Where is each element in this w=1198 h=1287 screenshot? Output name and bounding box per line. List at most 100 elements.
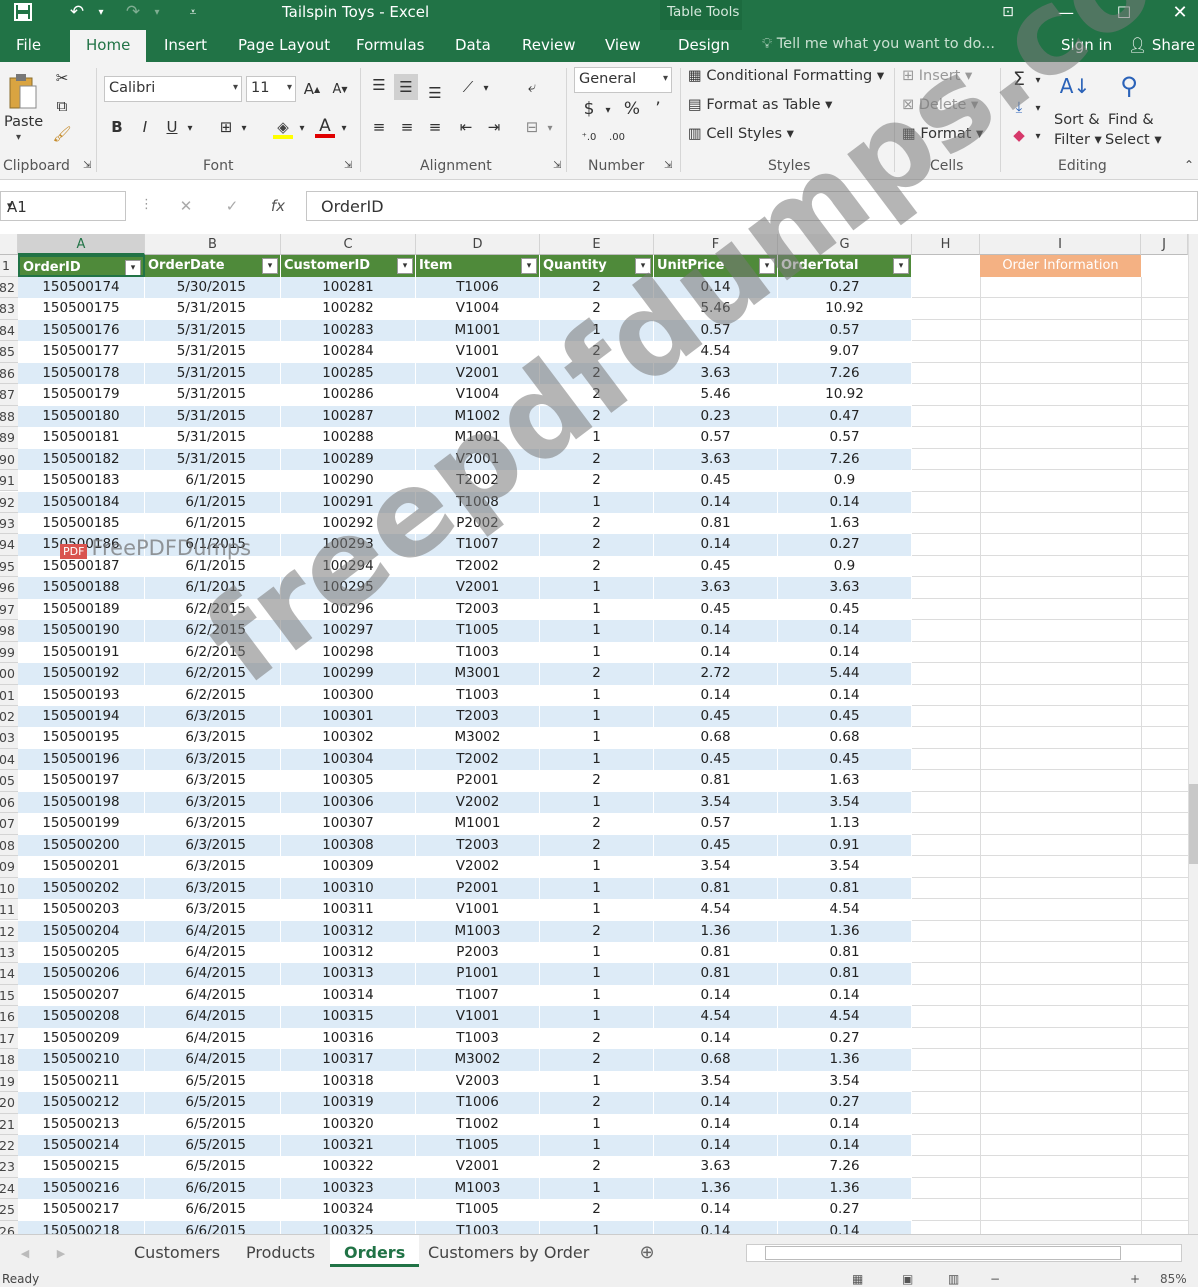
cell-unitprice[interactable]: 0.57 bbox=[654, 319, 778, 342]
cell-orderdate[interactable]: 6/4/2015 bbox=[145, 920, 281, 942]
cell-ordertotal[interactable]: 0.45 bbox=[778, 748, 912, 771]
align-bottom-icon[interactable]: ☰ bbox=[424, 82, 446, 104]
cell-item[interactable]: V2002 bbox=[416, 791, 540, 814]
filter-dropdown-icon[interactable]: ▾ bbox=[397, 258, 413, 274]
cell-orderid[interactable]: 150500184 bbox=[18, 491, 145, 513]
row-header[interactable]: 93 bbox=[0, 512, 18, 535]
cell-ordertotal[interactable]: 0.27 bbox=[778, 534, 912, 556]
cell-customerid[interactable]: 100284 bbox=[281, 341, 416, 363]
cell-quantity[interactable]: 1 bbox=[540, 620, 654, 642]
cell-unitprice[interactable]: 1.36 bbox=[654, 1177, 778, 1200]
cell-customerid[interactable]: 100308 bbox=[281, 834, 416, 857]
cell-orderid[interactable]: 150500195 bbox=[18, 727, 145, 749]
row-header[interactable]: 99 bbox=[0, 641, 18, 664]
cell-unitprice[interactable]: 3.63 bbox=[654, 1156, 778, 1178]
cell-item[interactable]: M3001 bbox=[416, 663, 540, 685]
cell-customerid[interactable]: 100304 bbox=[281, 748, 416, 771]
cell-quantity[interactable]: 2 bbox=[540, 1199, 654, 1221]
cell-unitprice[interactable]: 0.14 bbox=[654, 1135, 778, 1157]
cell-quantity[interactable]: 2 bbox=[540, 405, 654, 428]
sheet-tab-customers-by-order[interactable]: Customers by Order bbox=[428, 1243, 589, 1262]
increase-decimal-icon[interactable]: ⁺.0 bbox=[578, 126, 600, 148]
tab-view[interactable]: View bbox=[605, 36, 641, 54]
cell-quantity[interactable]: 2 bbox=[540, 298, 654, 320]
cell-ordertotal[interactable]: 1.36 bbox=[778, 920, 912, 942]
ribbon-display-icon[interactable]: ⊡ bbox=[988, 0, 1028, 24]
cell-orderdate[interactable]: 5/31/2015 bbox=[145, 319, 281, 342]
number-launcher-icon[interactable]: ⇲ bbox=[664, 160, 672, 171]
column-header-a[interactable]: A bbox=[18, 234, 145, 255]
percent-icon[interactable]: % bbox=[622, 98, 642, 120]
cell-customerid[interactable]: 100295 bbox=[281, 577, 416, 599]
cell-customerid[interactable]: 100297 bbox=[281, 620, 416, 642]
column-header-i[interactable]: I bbox=[980, 234, 1141, 255]
cell-quantity[interactable]: 1 bbox=[540, 577, 654, 599]
cell-orderid[interactable]: 150500192 bbox=[18, 663, 145, 685]
cell-customerid[interactable]: 100292 bbox=[281, 512, 416, 535]
cell-quantity[interactable]: 2 bbox=[540, 1092, 654, 1114]
row-header[interactable]: 89 bbox=[0, 427, 18, 449]
filter-dropdown-icon[interactable]: ▾ bbox=[759, 258, 775, 274]
cell-quantity[interactable]: 1 bbox=[540, 1070, 654, 1093]
zoom-level[interactable]: 85% bbox=[1160, 1272, 1187, 1286]
cell-ordertotal[interactable]: 10.92 bbox=[778, 384, 912, 406]
cell-customerid[interactable]: 100298 bbox=[281, 641, 416, 664]
cell-quantity[interactable]: 1 bbox=[540, 1220, 654, 1234]
cell-customerid[interactable]: 100318 bbox=[281, 1070, 416, 1093]
worksheet-grid[interactable]: A B C D E F G H I J 1 OrderID ▾ OrderDate… bbox=[0, 234, 1188, 1234]
borders-dropdown-icon[interactable]: ▾ bbox=[238, 118, 250, 138]
cell-orderdate[interactable]: 5/31/2015 bbox=[145, 341, 281, 363]
cell-orderid[interactable]: 150500194 bbox=[18, 706, 145, 728]
sheet-tab-orders[interactable]: Orders bbox=[330, 1235, 420, 1267]
sheet-tab-products[interactable]: Products bbox=[246, 1243, 315, 1262]
cell-orderid[interactable]: 150500201 bbox=[18, 856, 145, 878]
cell-orderid[interactable]: 150500176 bbox=[18, 319, 145, 342]
cell-orderdate[interactable]: 6/2/2015 bbox=[145, 620, 281, 642]
cell-item[interactable]: T1006 bbox=[416, 1092, 540, 1114]
cell-orderid[interactable]: 150500190 bbox=[18, 620, 145, 642]
cell-ordertotal[interactable]: 0.81 bbox=[778, 963, 912, 985]
insert-cells-button[interactable]: ⊞ Insert ▾ bbox=[902, 68, 972, 84]
align-top-icon[interactable]: ☰ bbox=[368, 74, 390, 96]
cell-orderid[interactable]: 150500215 bbox=[18, 1156, 145, 1178]
cell-orderid[interactable]: 150500206 bbox=[18, 963, 145, 985]
find-select-label-2[interactable]: Select ▾ bbox=[1105, 132, 1162, 148]
cell-orderdate[interactable]: 6/3/2015 bbox=[145, 706, 281, 728]
comma-style-icon[interactable]: ’ bbox=[650, 98, 666, 120]
find-select-icon[interactable]: ⚲ bbox=[1108, 66, 1150, 106]
filter-dropdown-icon[interactable]: ▾ bbox=[893, 258, 909, 274]
font-launcher-icon[interactable]: ⇲ bbox=[344, 160, 352, 171]
cell-orderdate[interactable]: 6/3/2015 bbox=[145, 727, 281, 749]
cell-item[interactable]: T1007 bbox=[416, 534, 540, 556]
row-header[interactable]: 05 bbox=[0, 770, 18, 792]
cell-item[interactable]: V1001 bbox=[416, 341, 540, 363]
cell-orderid[interactable]: 150500199 bbox=[18, 813, 145, 835]
cell-orderdate[interactable]: 6/3/2015 bbox=[145, 813, 281, 835]
cell-quantity[interactable]: 2 bbox=[540, 1049, 654, 1071]
cell-customerid[interactable]: 100321 bbox=[281, 1135, 416, 1157]
row-header[interactable]: 85 bbox=[0, 341, 18, 363]
cell-ordertotal[interactable]: 9.07 bbox=[778, 341, 912, 363]
cell-customerid[interactable]: 100317 bbox=[281, 1049, 416, 1071]
currency-icon[interactable]: $ bbox=[580, 98, 598, 120]
cell-customerid[interactable]: 100322 bbox=[281, 1156, 416, 1178]
cell-quantity[interactable]: 1 bbox=[540, 941, 654, 964]
cell-customerid[interactable]: 100316 bbox=[281, 1027, 416, 1050]
cell-ordertotal[interactable]: 1.13 bbox=[778, 813, 912, 835]
cell-item[interactable]: T2002 bbox=[416, 555, 540, 578]
cell-quantity[interactable]: 2 bbox=[540, 1027, 654, 1050]
row-header[interactable]: 24 bbox=[0, 1177, 18, 1200]
decrease-decimal-icon[interactable]: .00 bbox=[606, 126, 628, 148]
filter-dropdown-icon[interactable]: ▾ bbox=[635, 258, 651, 274]
cell-orderid[interactable]: 150500208 bbox=[18, 1006, 145, 1028]
row-header[interactable]: 04 bbox=[0, 748, 18, 771]
column-header-c[interactable]: C bbox=[281, 234, 416, 255]
cell-ordertotal[interactable]: 7.26 bbox=[778, 1156, 912, 1178]
row-header[interactable]: 95 bbox=[0, 555, 18, 578]
tab-insert[interactable]: Insert bbox=[164, 36, 207, 54]
cell-unitprice[interactable]: 0.45 bbox=[654, 470, 778, 492]
format-as-table-button[interactable]: ▤ Format as Table ▾ bbox=[688, 97, 832, 113]
column-header-j[interactable]: J bbox=[1141, 234, 1188, 255]
cell-orderdate[interactable]: 6/4/2015 bbox=[145, 941, 281, 964]
zoom-in-icon[interactable]: + bbox=[1130, 1272, 1140, 1286]
